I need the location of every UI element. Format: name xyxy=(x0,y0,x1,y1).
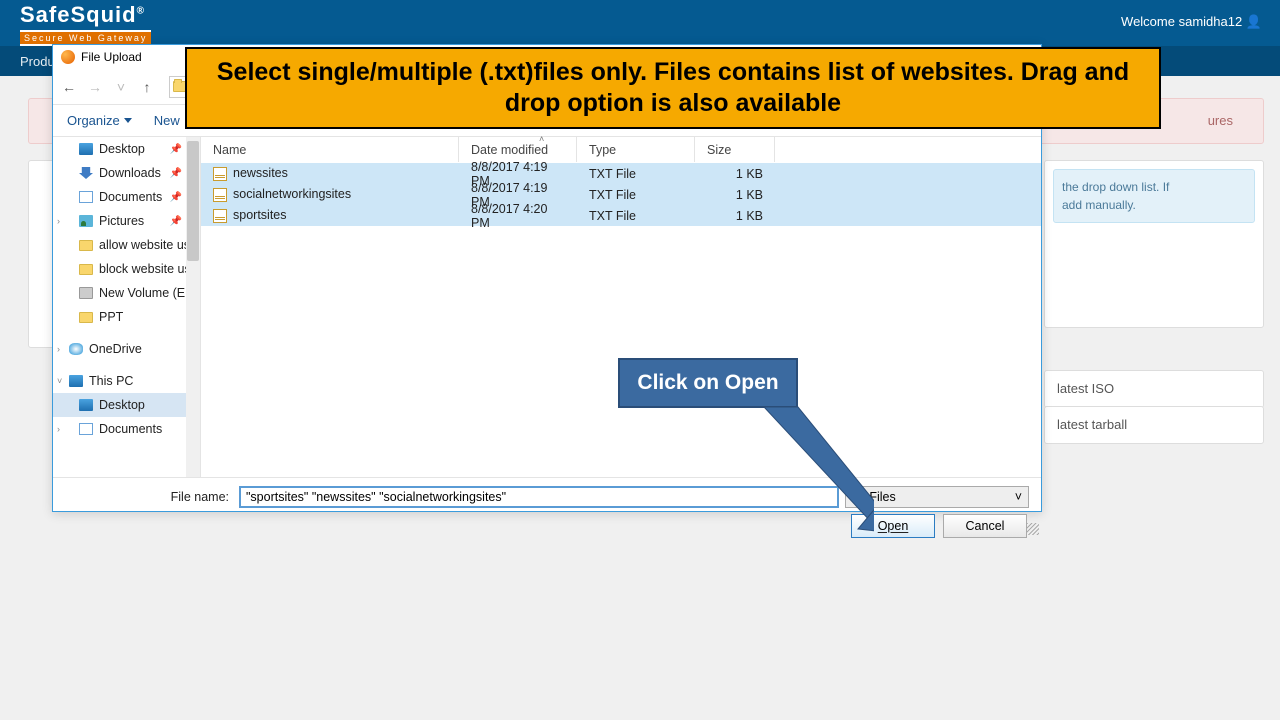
sidebar-item[interactable]: New Volume (E:) xyxy=(53,281,200,305)
dialog-footer: File name: All Files˅ Open Cancel xyxy=(53,477,1041,537)
sort-indicator-icon: ˄ xyxy=(539,134,544,144)
sidebar-label: Pictures xyxy=(99,214,144,228)
filename-label: File name: xyxy=(65,490,233,504)
file-name: socialnetworkingsites xyxy=(233,187,351,201)
file-size: 1 KB xyxy=(695,167,775,181)
nav-recent-icon[interactable]: ˅ xyxy=(113,79,129,95)
bg-info-text: the drop down list. Ifadd manually. xyxy=(1053,169,1255,223)
sidebar-item[interactable]: PPT xyxy=(53,305,200,329)
sidebar-label: Desktop xyxy=(99,142,145,156)
file-name: newssites xyxy=(233,166,288,180)
file-row[interactable]: newssites8/8/2017 4:19 PMTXT File1 KB xyxy=(201,163,1041,184)
txt-file-icon xyxy=(213,188,227,202)
nav-back-icon[interactable]: ← xyxy=(61,79,77,95)
sidebar-label: This PC xyxy=(89,374,133,388)
resize-grip-icon[interactable] xyxy=(1027,523,1039,535)
sidebar-item[interactable]: Downloads 📌 xyxy=(53,161,200,185)
chevron-down-icon xyxy=(124,118,132,123)
file-type: TXT File xyxy=(577,188,695,202)
scrollbar-thumb[interactable] xyxy=(187,141,199,261)
column-size[interactable]: Size xyxy=(695,137,775,162)
sidebar-item[interactable]: › Pictures 📌 xyxy=(53,209,200,233)
pin-icon: 📌 xyxy=(170,192,182,203)
newfolder-button[interactable]: New xyxy=(154,113,180,128)
sidebar-label: PPT xyxy=(99,310,123,324)
sidebar-label: Desktop xyxy=(99,398,145,412)
logo: SafeSquid® Secure Web Gateway xyxy=(20,2,151,46)
docs-icon xyxy=(79,423,93,435)
sidebar-item[interactable]: Documents 📌 xyxy=(53,185,200,209)
sidebar-label: Downloads xyxy=(99,166,161,180)
sidebar-item[interactable]: ˅ This PC xyxy=(53,369,200,393)
dialog-sidebar: Desktop 📌 Downloads 📌 Documents 📌 › Pictures 📌 al… xyxy=(53,137,201,477)
column-name[interactable]: Name xyxy=(201,137,459,162)
bg-alert-text: ures xyxy=(1208,113,1233,128)
sidebar-label: New Volume (E:) xyxy=(99,286,193,300)
nav-item[interactable]: Produ xyxy=(20,54,55,69)
expand-icon: › xyxy=(57,424,60,434)
pin-icon: 📌 xyxy=(170,144,182,155)
pics-icon xyxy=(79,215,93,227)
file-type: TXT File xyxy=(577,167,695,181)
expand-icon: › xyxy=(57,344,60,354)
filename-input[interactable] xyxy=(239,486,839,508)
sidebar-label: allow website us xyxy=(99,238,190,252)
desktop-icon xyxy=(79,399,93,411)
user-icon: 👤 xyxy=(1246,14,1262,29)
app-header: SafeSquid® Secure Web Gateway Welcome sa… xyxy=(0,0,1280,46)
file-size: 1 KB xyxy=(695,209,775,223)
sidebar-item[interactable]: › OneDrive xyxy=(53,337,200,361)
sidebar-label: OneDrive xyxy=(89,342,142,356)
welcome-text: Welcome samidha12 👤 xyxy=(1121,14,1262,30)
bg-list-item-tarball[interactable]: latest tarball xyxy=(1044,406,1264,444)
txt-file-icon xyxy=(213,167,227,181)
folder-icon xyxy=(79,264,93,275)
expand-icon: ˅ xyxy=(57,376,62,386)
drive-icon xyxy=(79,287,93,299)
file-type: TXT File xyxy=(577,209,695,223)
firefox-icon xyxy=(61,50,75,64)
file-list: ˄ Name Date modified Type Size newssites… xyxy=(201,137,1041,477)
desktop-icon xyxy=(79,143,93,155)
file-size: 1 KB xyxy=(695,188,775,202)
file-name: sportsites xyxy=(233,208,287,222)
sidebar-item[interactable]: allow website us xyxy=(53,233,200,257)
column-type[interactable]: Type xyxy=(577,137,695,162)
downloads-icon xyxy=(79,167,93,179)
file-row[interactable]: socialnetworkingsites8/8/2017 4:19 PMTXT… xyxy=(201,184,1041,205)
annotation-open-callout: Click on Open xyxy=(618,358,798,408)
thispc-icon xyxy=(69,375,83,387)
pin-icon: 📌 xyxy=(170,168,182,179)
organize-button[interactable]: Organize xyxy=(67,113,132,128)
pin-icon: 📌 xyxy=(170,216,182,227)
file-list-header: Name Date modified Type Size xyxy=(201,137,1041,163)
dialog-title: File Upload xyxy=(81,50,142,64)
folder-icon xyxy=(79,240,93,251)
cancel-button[interactable]: Cancel xyxy=(943,514,1027,538)
sidebar-item[interactable]: › Documents xyxy=(53,417,200,441)
sidebar-label: Documents xyxy=(99,422,162,436)
file-row[interactable]: sportsites8/8/2017 4:20 PMTXT File1 KB xyxy=(201,205,1041,226)
sidebar-item[interactable]: Desktop 📌 xyxy=(53,137,200,161)
sidebar-label: block website us xyxy=(99,262,191,276)
onedrive-icon xyxy=(69,343,83,355)
expand-icon: › xyxy=(57,216,60,226)
annotation-instruction: Select single/multiple (.txt)files only.… xyxy=(185,47,1161,129)
sidebar-item[interactable]: block website us xyxy=(53,257,200,281)
annotation-arrow-icon xyxy=(754,405,874,535)
logo-text: SafeSquid® xyxy=(20,2,151,28)
bg-info-panel: the drop down list. Ifadd manually. xyxy=(1044,160,1264,328)
sidebar-label: Documents xyxy=(99,190,162,204)
chevron-down-icon: ˅ xyxy=(1015,490,1022,504)
bg-list-item-iso[interactable]: latest ISO xyxy=(1044,370,1264,408)
sidebar-item[interactable]: Desktop xyxy=(53,393,200,417)
txt-file-icon xyxy=(213,209,227,223)
nav-forward-icon[interactable]: → xyxy=(87,79,103,95)
file-date: 8/8/2017 4:20 PM xyxy=(459,202,577,230)
docs-icon xyxy=(79,191,93,203)
folder-icon xyxy=(79,312,93,323)
sidebar-scrollbar[interactable] xyxy=(186,137,200,477)
nav-up-icon[interactable]: ↑ xyxy=(139,79,155,95)
column-date[interactable]: Date modified xyxy=(459,137,577,162)
